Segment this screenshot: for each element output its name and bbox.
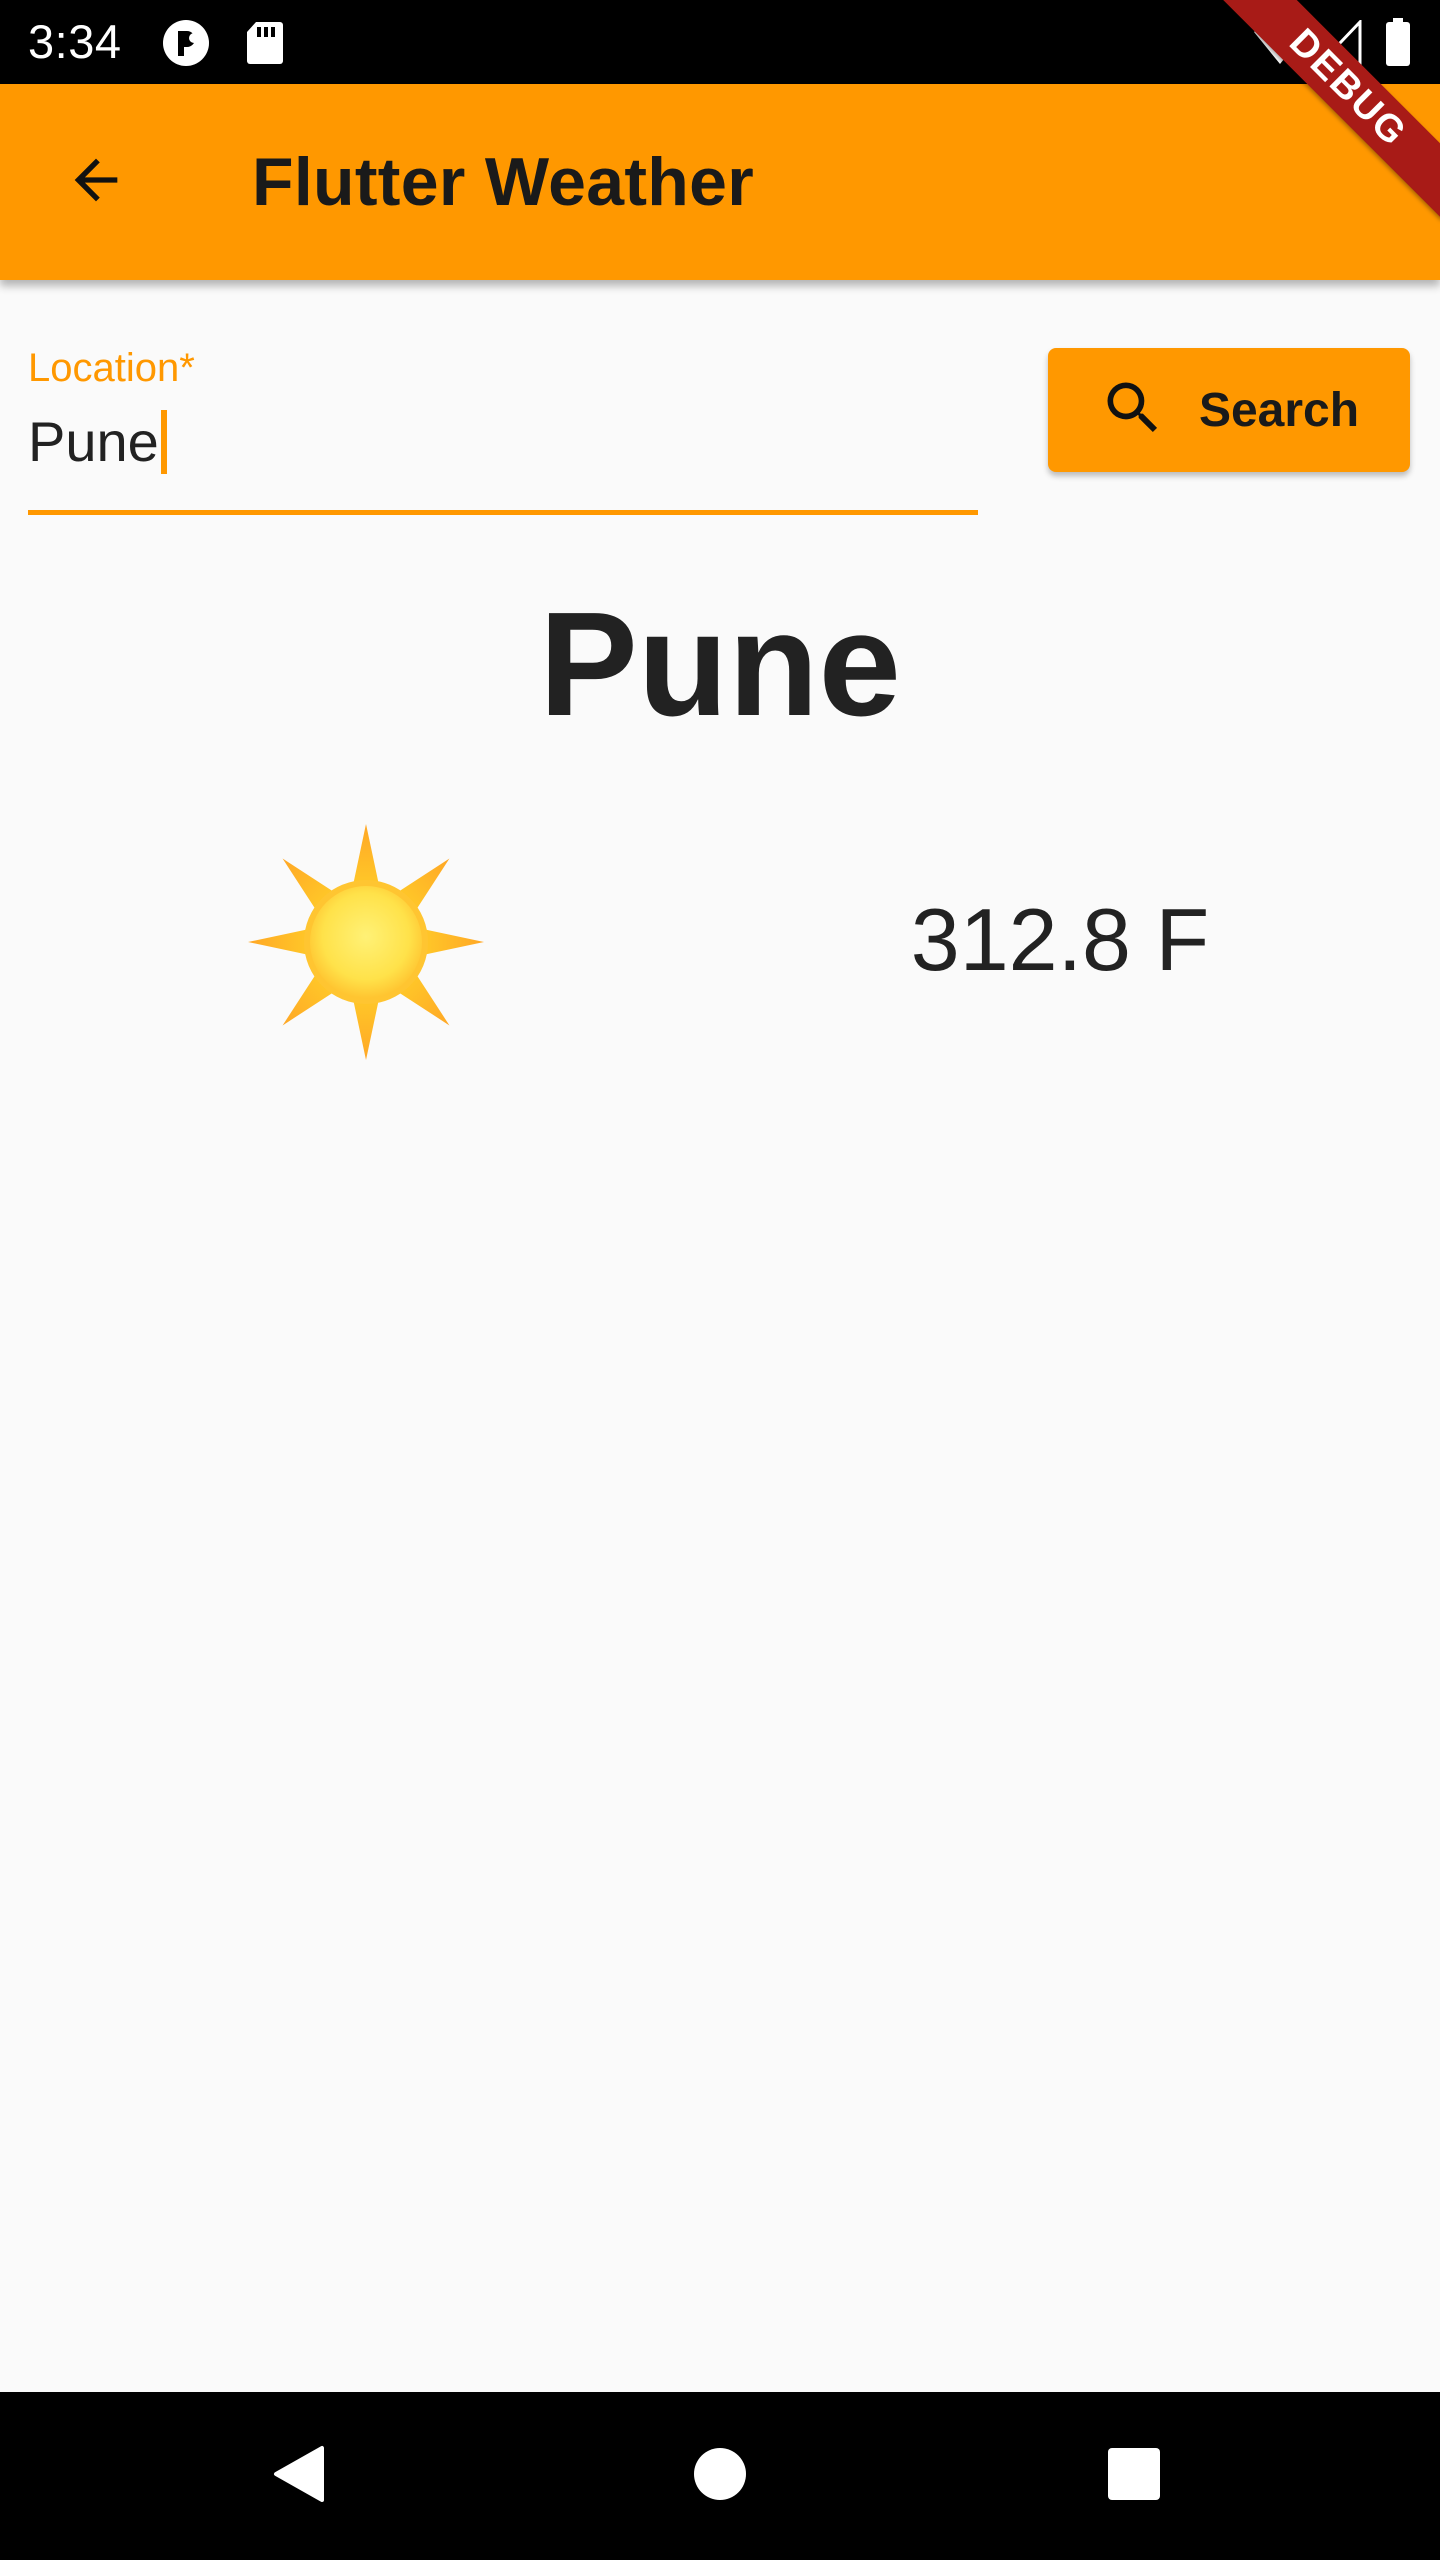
location-underline — [28, 510, 978, 515]
app-title: Flutter Weather — [252, 144, 754, 220]
wifi-icon — [1252, 20, 1308, 71]
nav-home-button[interactable] — [660, 2416, 780, 2536]
notification-app-icon — [160, 18, 214, 73]
home-circle-icon — [692, 2446, 748, 2507]
arrow-back-icon — [64, 148, 128, 217]
recents-square-icon — [1106, 2446, 1162, 2507]
location-field[interactable]: Location* Pune — [28, 340, 978, 518]
nav-recents-button[interactable] — [1074, 2416, 1194, 2536]
sd-card-icon — [244, 20, 284, 71]
cellular-signal-icon — [1316, 18, 1362, 71]
back-button[interactable] — [40, 126, 152, 238]
text-cursor — [160, 410, 167, 474]
status-time: 3:34 — [28, 15, 122, 68]
app-bar: Flutter Weather — [0, 84, 1440, 280]
nav-back-button[interactable] — [240, 2416, 360, 2536]
back-triangle-icon — [270, 2444, 330, 2509]
search-icon — [1099, 374, 1167, 447]
battery-icon — [1384, 18, 1412, 73]
location-input-value[interactable]: Pune — [28, 402, 159, 482]
location-label: Location* — [28, 346, 195, 390]
temperature: 312.8 F — [910, 890, 1210, 989]
city-name: Pune — [539, 582, 901, 747]
sun-icon — [246, 822, 486, 1062]
status-bar: 3:34 — [0, 0, 1440, 84]
location-input[interactable]: Pune — [28, 402, 167, 482]
search-button-label: Search — [1198, 383, 1360, 437]
search-button[interactable]: Search — [1048, 348, 1410, 472]
navigation-bar — [0, 2392, 1440, 2560]
